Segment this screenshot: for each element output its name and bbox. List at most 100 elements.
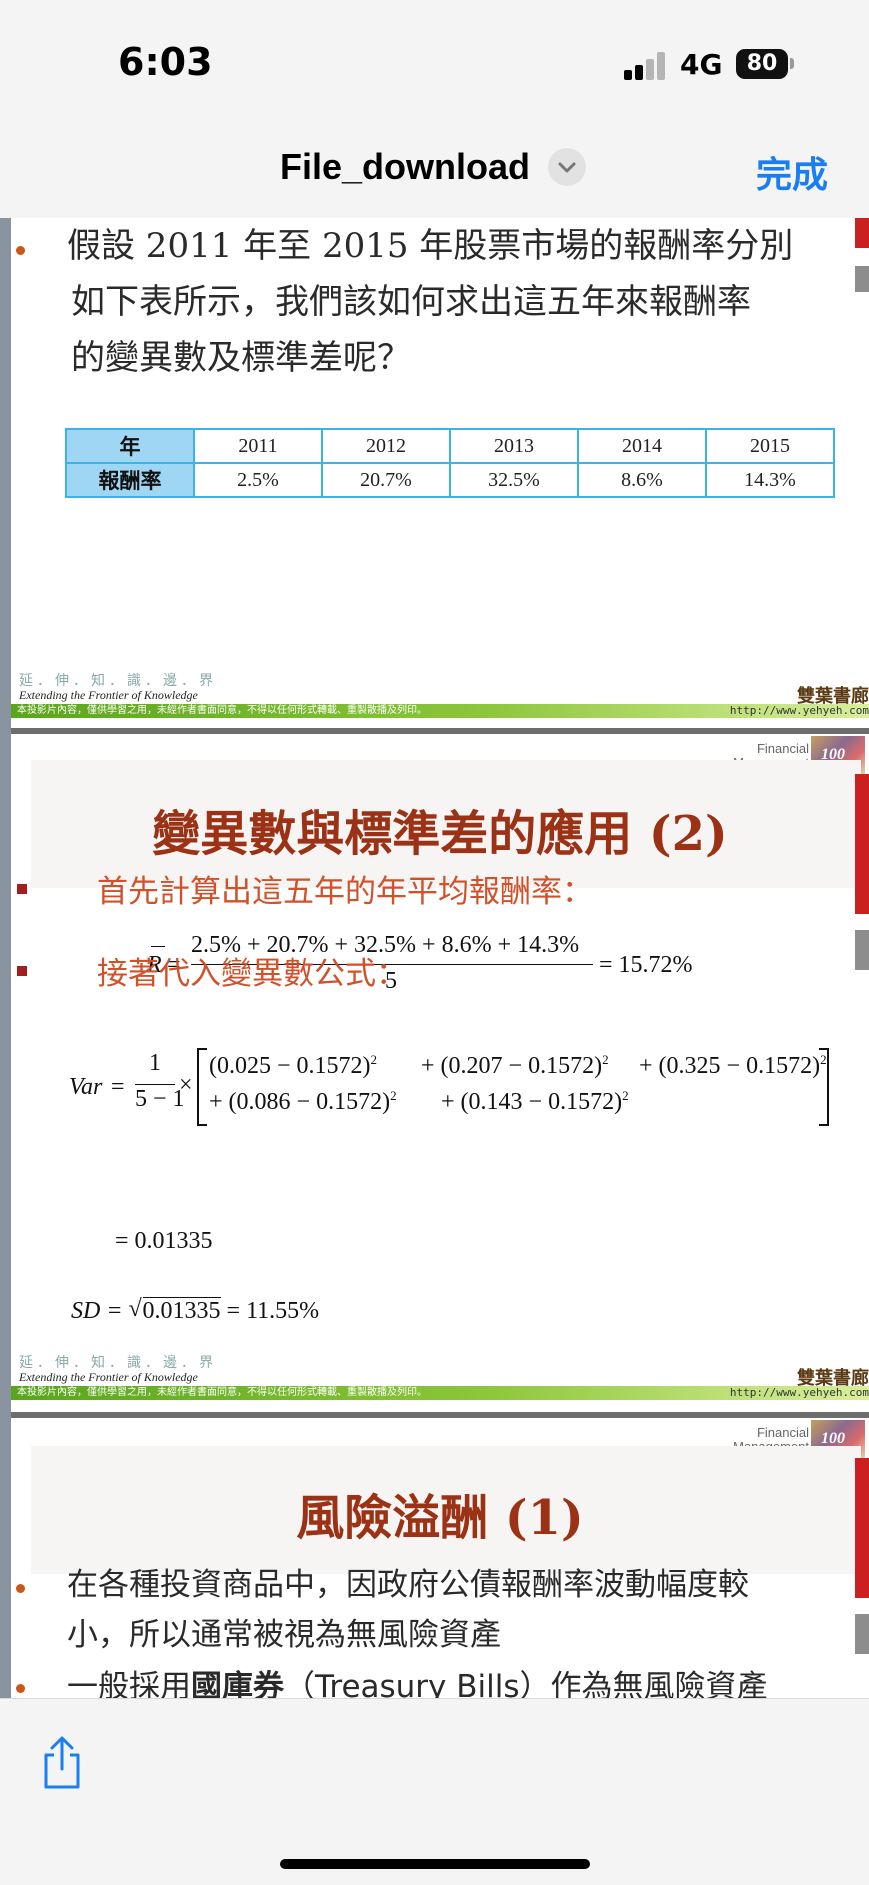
overbar: [151, 946, 165, 947]
side-tab: [855, 266, 869, 292]
exponent: 2: [370, 1052, 378, 1067]
bullet-dot: [16, 1584, 25, 1593]
side-tab: [855, 218, 869, 248]
question-line-3: 的變異數及標準差呢？: [71, 338, 411, 378]
bullet-square: [17, 884, 27, 894]
table-cell: 2.5%: [193, 462, 323, 498]
bullet-dot: [16, 246, 25, 255]
table-header-return: 報酬率: [65, 462, 195, 498]
table-cell: 32.5%: [449, 462, 579, 498]
footer-notice: 本投影片內容，僅供學習之用，未經作者書面同意，不得以任何形式轉載、重製散播及列印…: [17, 1387, 427, 1398]
exponent: 2: [820, 1052, 827, 1067]
question-line-1: 假設 2011 年至 2015 年股票市場的報酬率分別: [67, 226, 794, 266]
radical-sign: √: [128, 1296, 142, 1322]
exponent: 2: [602, 1052, 609, 1067]
slide-1: 假設 2011 年至 2015 年股票市場的報酬率分別 如下表所示，我們該如何求…: [11, 218, 869, 728]
var-symbol: Var: [69, 1074, 103, 1100]
bullet-1-line-2: 小，所以通常被視為無風險資產: [67, 1617, 501, 1653]
var-term: (0.025 − 0.1572)2: [209, 1052, 377, 1080]
coef-numerator: 1: [149, 1050, 161, 1076]
step-2-text: 接著代入變異數公式：: [97, 956, 407, 992]
slide-footer: 延．伸．知．識．邊．界 Extending the Frontier of Kn…: [11, 1352, 869, 1412]
badge-line: Financial: [756, 1425, 809, 1440]
fraction-bar: [135, 1084, 175, 1085]
var-result: = 0.01335: [115, 1228, 213, 1254]
mean-result: = 15.72%: [599, 952, 693, 978]
cellular-signal-icon: [624, 52, 668, 80]
var-term: + (0.086 − 0.1572)2: [209, 1088, 397, 1116]
bullet-2-bold: 國庫券: [191, 1669, 284, 1698]
table-cell: 2013: [449, 428, 579, 464]
side-tab: [855, 930, 869, 970]
sqrt: √ 0.01335: [128, 1296, 221, 1325]
bullet-square: [17, 966, 27, 976]
slide-title: 風險溢酬 (1): [296, 1490, 584, 1546]
status-bar: 6:03 4G 80: [0, 0, 869, 110]
left-bracket: [197, 1048, 207, 1126]
var-term-text: + (0.143 − 0.1572): [441, 1089, 623, 1115]
table-row: 報酬率 2.5% 20.7% 32.5% 8.6% 14.3%: [65, 462, 835, 498]
table-header-year: 年: [65, 428, 195, 464]
var-term-text: (0.025 − 0.1572): [209, 1053, 371, 1079]
sd-symbol: SD =: [71, 1298, 123, 1324]
side-tab: [855, 774, 869, 914]
sd-formula: SD = √ 0.01335 = 11.55%: [71, 1296, 320, 1325]
variance-formula: Var = 1 5 − 1 × (0.025 − 0.1572)2 + (0.2…: [69, 1048, 859, 1144]
badge-line: Financial: [756, 741, 809, 756]
slide-footer: 延．伸．知．識．邊．界 Extending the Frontier of Kn…: [11, 670, 869, 728]
step-1-text: 首先計算出這五年的年平均報酬率：: [97, 874, 593, 910]
returns-table: 年 2011 2012 2013 2014 2015 報酬率 2.5% 20.7…: [65, 428, 835, 498]
var-term-text: + (0.325 − 0.1572): [639, 1053, 821, 1079]
publisher-logo: 雙葉書廊: [797, 1368, 869, 1389]
slide-2: Financial Management 100 變異數與標準差的應用 (2) …: [11, 734, 869, 1412]
var-term: + (0.325 − 0.1572)2: [639, 1052, 827, 1080]
var-term-text: + (0.086 − 0.1572): [209, 1089, 391, 1115]
table-cell: 2014: [577, 428, 707, 464]
network-type: 4G: [680, 48, 723, 81]
battery-level: 80: [746, 51, 778, 76]
battery-tip: [790, 58, 794, 69]
times-sign: ×: [179, 1072, 193, 1098]
table-cell: 2011: [193, 428, 323, 464]
side-tab: [855, 1458, 869, 1598]
bottom-toolbar: [0, 1698, 869, 1885]
footer-motto-cn: 延．伸．知．識．邊．界: [19, 1355, 217, 1371]
var-term-text: + (0.207 − 0.1572): [421, 1053, 603, 1079]
radicand: 0.01335: [142, 1297, 221, 1324]
bullet-2-pre: 一般採用: [67, 1669, 191, 1698]
sd-result: = 11.55%: [226, 1298, 320, 1324]
slide-title: 變異數與標準差的應用 (2): [152, 806, 728, 862]
status-time: 6:03: [118, 40, 213, 84]
document-title[interactable]: File_download: [280, 146, 530, 188]
document-viewer[interactable]: 假設 2011 年至 2015 年股票市場的報酬率分別 如下表所示，我們該如何求…: [0, 218, 869, 1698]
chevron-down-icon[interactable]: [548, 148, 586, 186]
battery-icon: 80: [736, 49, 788, 79]
slide-3: Financial Management 100 風險溢酬 (1) 在各種投資商…: [11, 1418, 869, 1698]
footer-motto-cn: 延．伸．知．識．邊．界: [19, 673, 217, 689]
footer-motto-en: Extending the Frontier of Knowledge: [19, 1370, 198, 1384]
table-cell: 2012: [321, 428, 451, 464]
home-indicator[interactable]: [280, 1859, 590, 1869]
bullet-1-line-1: 在各種投資商品中，因政府公債報酬率波動幅度較: [67, 1567, 749, 1603]
exponent: 2: [622, 1088, 629, 1103]
question-line-2: 如下表所示，我們該如何求出這五年來報酬率: [71, 282, 751, 322]
var-term: + (0.143 − 0.1572)2: [441, 1088, 629, 1116]
bullet-dot: [16, 1684, 25, 1693]
table-cell: 8.6%: [577, 462, 707, 498]
coef-denominator: 5 − 1: [135, 1086, 185, 1112]
equals-sign: =: [111, 1074, 125, 1100]
side-tab: [855, 1614, 869, 1654]
exponent: 2: [390, 1088, 397, 1103]
done-button[interactable]: 完成: [756, 146, 828, 198]
footer-notice: 本投影片內容，僅供學習之用，未經作者書面同意，不得以任何形式轉載、重製散播及列印…: [17, 705, 427, 716]
bullet-2-post: （Treasury Bills）作為無風險資產: [284, 1669, 768, 1698]
publisher-logo: 雙葉書廊: [797, 686, 869, 707]
table-cell: 20.7%: [321, 462, 451, 498]
footer-motto-en: Extending the Frontier of Knowledge: [19, 688, 198, 702]
navigation-bar: File_download 完成: [0, 110, 869, 219]
table-cell: 14.3%: [705, 462, 835, 498]
table-cell: 2015: [705, 428, 835, 464]
var-term: + (0.207 − 0.1572)2: [421, 1052, 609, 1080]
bullet-2: 一般採用國庫券（Treasury Bills）作為無風險資產: [67, 1662, 768, 1698]
share-icon[interactable]: [40, 1735, 84, 1791]
